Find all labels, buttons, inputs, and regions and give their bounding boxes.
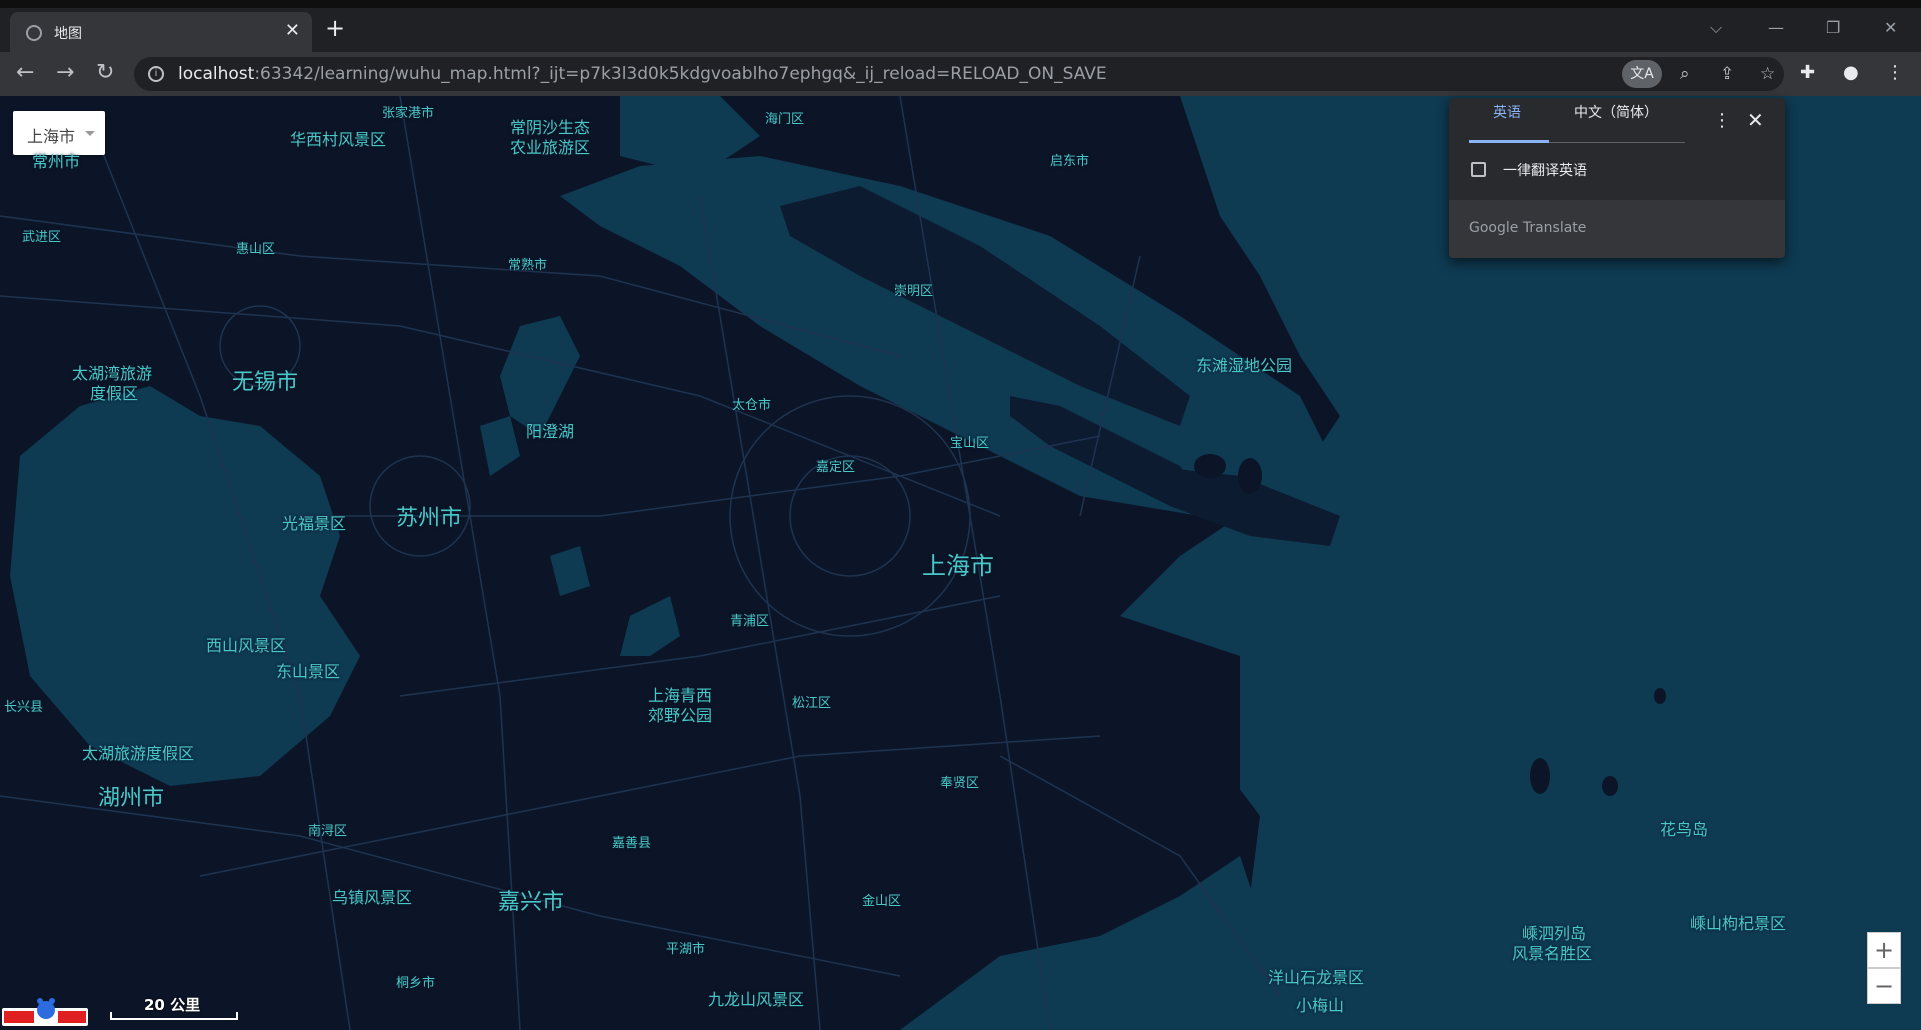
map-label: 洋山石龙景区: [1268, 968, 1365, 987]
translate-icon[interactable]: 文A: [1622, 60, 1662, 88]
map-label: 农业旅游区: [510, 138, 591, 157]
map-label: 度假区: [90, 384, 139, 403]
map-label: 东滩湿地公园: [1196, 356, 1293, 375]
map-label: 光福景区: [282, 514, 347, 533]
profile-icon[interactable]: ●: [1843, 62, 1859, 83]
map-label: 阳澄湖: [526, 422, 575, 441]
address-bar[interactable]: i localhost:63342/learning/wuhu_map.html…: [134, 57, 1784, 91]
map-label: 九龙山风景区: [708, 990, 805, 1009]
map-label: 嘉善县: [612, 836, 652, 851]
map-label: 张家港市: [382, 106, 435, 121]
map-label: 南浔区: [308, 824, 348, 839]
map-label: 太仓市: [732, 398, 772, 413]
map-label: 长兴县: [4, 700, 44, 715]
info-icon[interactable]: i: [148, 66, 164, 82]
map-label: 武进区: [22, 230, 62, 245]
restore-button[interactable]: ❐: [1826, 18, 1840, 37]
extensions-puzzle-icon[interactable]: ✚: [1800, 62, 1815, 83]
map-label: 宝山区: [950, 436, 990, 451]
reload-icon[interactable]: ↻: [96, 61, 114, 85]
map-label: 无锡市: [232, 370, 299, 395]
share-icon[interactable]: ⇪: [1720, 64, 1734, 84]
map-label: 湖州市: [98, 786, 165, 811]
browser-toolbar: ← → ↻ i localhost:63342/learning/wuhu_ma…: [0, 52, 1921, 96]
minimize-button[interactable]: —: [1768, 18, 1784, 37]
forward-arrow-icon[interactable]: →: [56, 61, 74, 85]
tab-target-language[interactable]: 中文（简体）: [1574, 102, 1658, 122]
map-label: 海门区: [765, 112, 805, 127]
zoom-out-button[interactable]: −: [1867, 968, 1901, 1004]
map-label: 松江区: [792, 696, 832, 711]
map-label: 华西村风景区: [290, 130, 387, 149]
map-label: 常熟市: [508, 258, 548, 273]
tab-close-icon[interactable]: ✕: [285, 20, 300, 41]
close-icon[interactable]: ✕: [1747, 108, 1764, 132]
map-label: 风景名胜区: [1512, 944, 1593, 963]
browser-tab[interactable]: 地图 ✕: [10, 12, 312, 52]
map-label: 太湖旅游度假区: [82, 744, 195, 763]
tab-title: 地图: [54, 26, 82, 42]
bookmark-star-icon[interactable]: ☆: [1760, 64, 1775, 84]
map-label: 奉贤区: [940, 776, 980, 791]
more-options-icon[interactable]: ⋮: [1713, 110, 1731, 131]
map-label: 花鸟岛: [1660, 820, 1709, 839]
map-label: 东山景区: [276, 662, 341, 681]
map-label: 嵊山枸杞景区: [1690, 914, 1787, 933]
baidu-map-logo: [2, 998, 88, 1026]
scale-line: [110, 1012, 238, 1020]
window-top-edge: [0, 0, 1921, 8]
map-label: 郊野公园: [648, 706, 713, 725]
window-close-button[interactable]: ✕: [1884, 18, 1897, 37]
map-label: 桐乡市: [396, 976, 436, 991]
tab-search-icon[interactable]: ⌵: [1710, 18, 1722, 38]
map-label: 上海市: [922, 552, 994, 580]
map-label: 启东市: [1050, 154, 1090, 169]
tab-source-language[interactable]: 英语: [1493, 102, 1521, 122]
new-tab-button[interactable]: +: [325, 16, 345, 40]
always-translate-label[interactable]: 一律翻译英语: [1503, 160, 1587, 180]
map-label: 崇明区: [894, 284, 934, 299]
zoom-icon[interactable]: ⌕: [1680, 64, 1690, 84]
always-translate-checkbox[interactable]: [1471, 162, 1486, 177]
tab-strip: 地图 ✕ + ⌵ — ❐ ✕: [0, 8, 1921, 52]
map-label: 嘉兴市: [498, 890, 565, 915]
google-translate-label: Google Translate: [1469, 220, 1587, 236]
map-label: 惠山区: [236, 242, 276, 257]
map-label: 金山区: [862, 894, 902, 909]
globe-icon: [26, 25, 42, 41]
map-label: 西山风景区: [206, 636, 287, 655]
map-label: 常州市: [32, 152, 81, 171]
translate-footer: Google Translate: [1449, 200, 1785, 258]
map-label: 苏州市: [396, 506, 463, 531]
back-arrow-icon[interactable]: ←: [16, 61, 34, 85]
map-label: 平湖市: [666, 942, 706, 957]
active-tab-underline: [1469, 140, 1549, 143]
url-text[interactable]: localhost:63342/learning/wuhu_map.html?_…: [178, 64, 1107, 84]
browser-menu-icon[interactable]: ⋮: [1886, 62, 1904, 83]
city-select-value: 上海市: [27, 127, 76, 146]
map-label: 乌镇风景区: [332, 888, 413, 907]
zoom-in-button[interactable]: +: [1867, 932, 1901, 968]
map-label: 嘉定区: [816, 460, 856, 475]
map-label: 小梅山: [1296, 996, 1345, 1015]
map-label: 青浦区: [730, 614, 770, 629]
translate-popup: 英语 中文（简体） ⋮ ✕ 一律翻译英语 Google Translate: [1449, 98, 1785, 258]
chevron-down-icon: [85, 131, 95, 136]
